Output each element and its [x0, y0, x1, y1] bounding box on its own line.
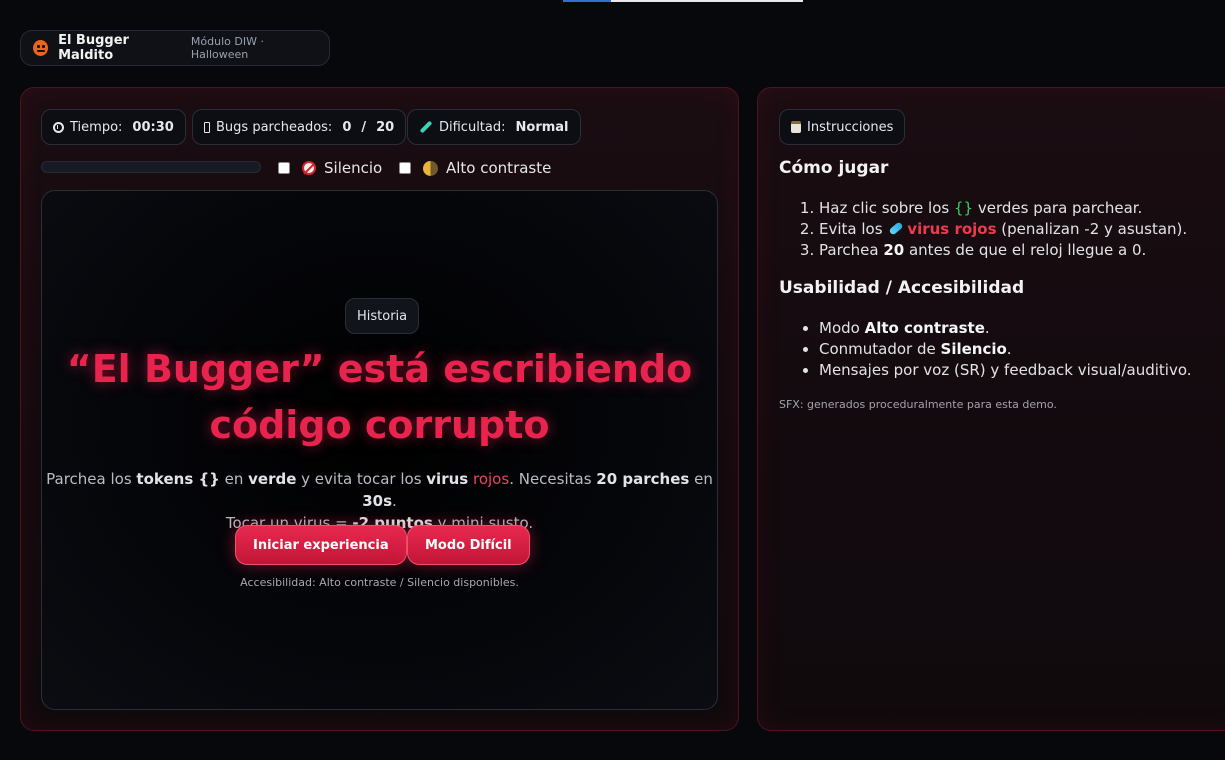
headline-line-2: código corrupto [209, 403, 550, 447]
page-progress-bar [563, 0, 803, 2]
time-label: Tiempo: [70, 119, 123, 135]
clipboard-icon [791, 121, 801, 133]
contrast-checkbox[interactable] [399, 162, 411, 174]
list-item: Modo Alto contraste. [819, 318, 1192, 339]
mute-icon [302, 161, 316, 175]
bugs-separator: / [361, 119, 367, 135]
time-chip: Tiempo: 00:30 [41, 109, 186, 145]
box-icon [204, 121, 210, 133]
list-item: Mensajes por voz (SR) y feedback visual/… [819, 360, 1192, 381]
list-item: Haz clic sobre los {} verdes para parche… [819, 198, 1187, 219]
bugs-label: Bugs parcheados: [216, 119, 333, 135]
difficulty-label: Dificultad: [439, 119, 506, 135]
game-panel: Tiempo: 00:30 Bugs parcheados: 0 / 20 Di… [20, 87, 739, 731]
list-item: Evita los virus rojos (penalizan -2 y as… [819, 219, 1187, 240]
stopwatch-icon [53, 121, 64, 133]
accessibility-note: Accesibilidad: Alto contraste / Silencio… [240, 576, 519, 589]
start-button[interactable]: Iniciar experiencia [235, 525, 407, 565]
instructions-label: Instrucciones [807, 119, 894, 135]
hard-mode-button[interactable]: Modo Difícil [407, 525, 530, 565]
desc-line-1: Parchea los tokens {} en verde y evita t… [46, 470, 713, 510]
brand-subtitle: Módulo DIW · Halloween [190, 35, 264, 61]
contrast-toggle[interactable]: Alto contraste [399, 159, 551, 177]
usability-title: Usabilidad / Accesibilidad [779, 278, 1025, 298]
progress-bar [41, 161, 261, 173]
brand-header: El Bugger Maldito Módulo DIW · Halloween [20, 30, 330, 66]
bugs-total: 20 [376, 119, 395, 135]
pumpkin-icon [33, 40, 49, 56]
instructions-panel: Instrucciones Cómo jugar Haz clic sobre … [757, 87, 1225, 731]
silence-label: Silencio [324, 159, 383, 177]
page-progress-fill [563, 0, 611, 2]
difficulty-value: Normal [515, 119, 569, 135]
how-to-play-title: Cómo jugar [779, 158, 889, 178]
game-stage: Historia “El Bugger” está escribiendo có… [41, 190, 718, 710]
bugs-value: 0 [342, 119, 352, 135]
time-value: 00:30 [132, 119, 174, 135]
brand-title: El Bugger Maldito [58, 33, 129, 63]
history-chip: Historia [345, 298, 420, 334]
story-headline: “El Bugger” está escribiendo código corr… [42, 341, 717, 453]
pill-icon [888, 221, 904, 236]
difficulty-chip: Dificultad: Normal [407, 109, 581, 145]
instructions-chip: Instrucciones [779, 109, 906, 145]
silence-toggle[interactable]: Silencio [278, 159, 382, 177]
list-item: Parchea 20 antes de que el reloj llegue … [819, 240, 1187, 261]
contrast-icon [423, 160, 438, 176]
bugs-chip: Bugs parcheados: 0 / 20 [192, 109, 407, 145]
sfx-note: SFX: generados proceduralmente para esta… [779, 398, 1057, 411]
usability-list: Modo Alto contraste. Conmutador de Silen… [798, 318, 1192, 381]
headline-line-1: “El Bugger” está escribiendo [66, 347, 693, 391]
silence-checkbox[interactable] [278, 162, 290, 174]
syringe-icon [419, 120, 433, 134]
how-to-play-list: Haz clic sobre los {} verdes para parche… [798, 198, 1187, 261]
history-label: Historia [357, 308, 408, 324]
contrast-label: Alto contraste [446, 159, 552, 177]
list-item: Conmutador de Silencio. [819, 339, 1192, 360]
